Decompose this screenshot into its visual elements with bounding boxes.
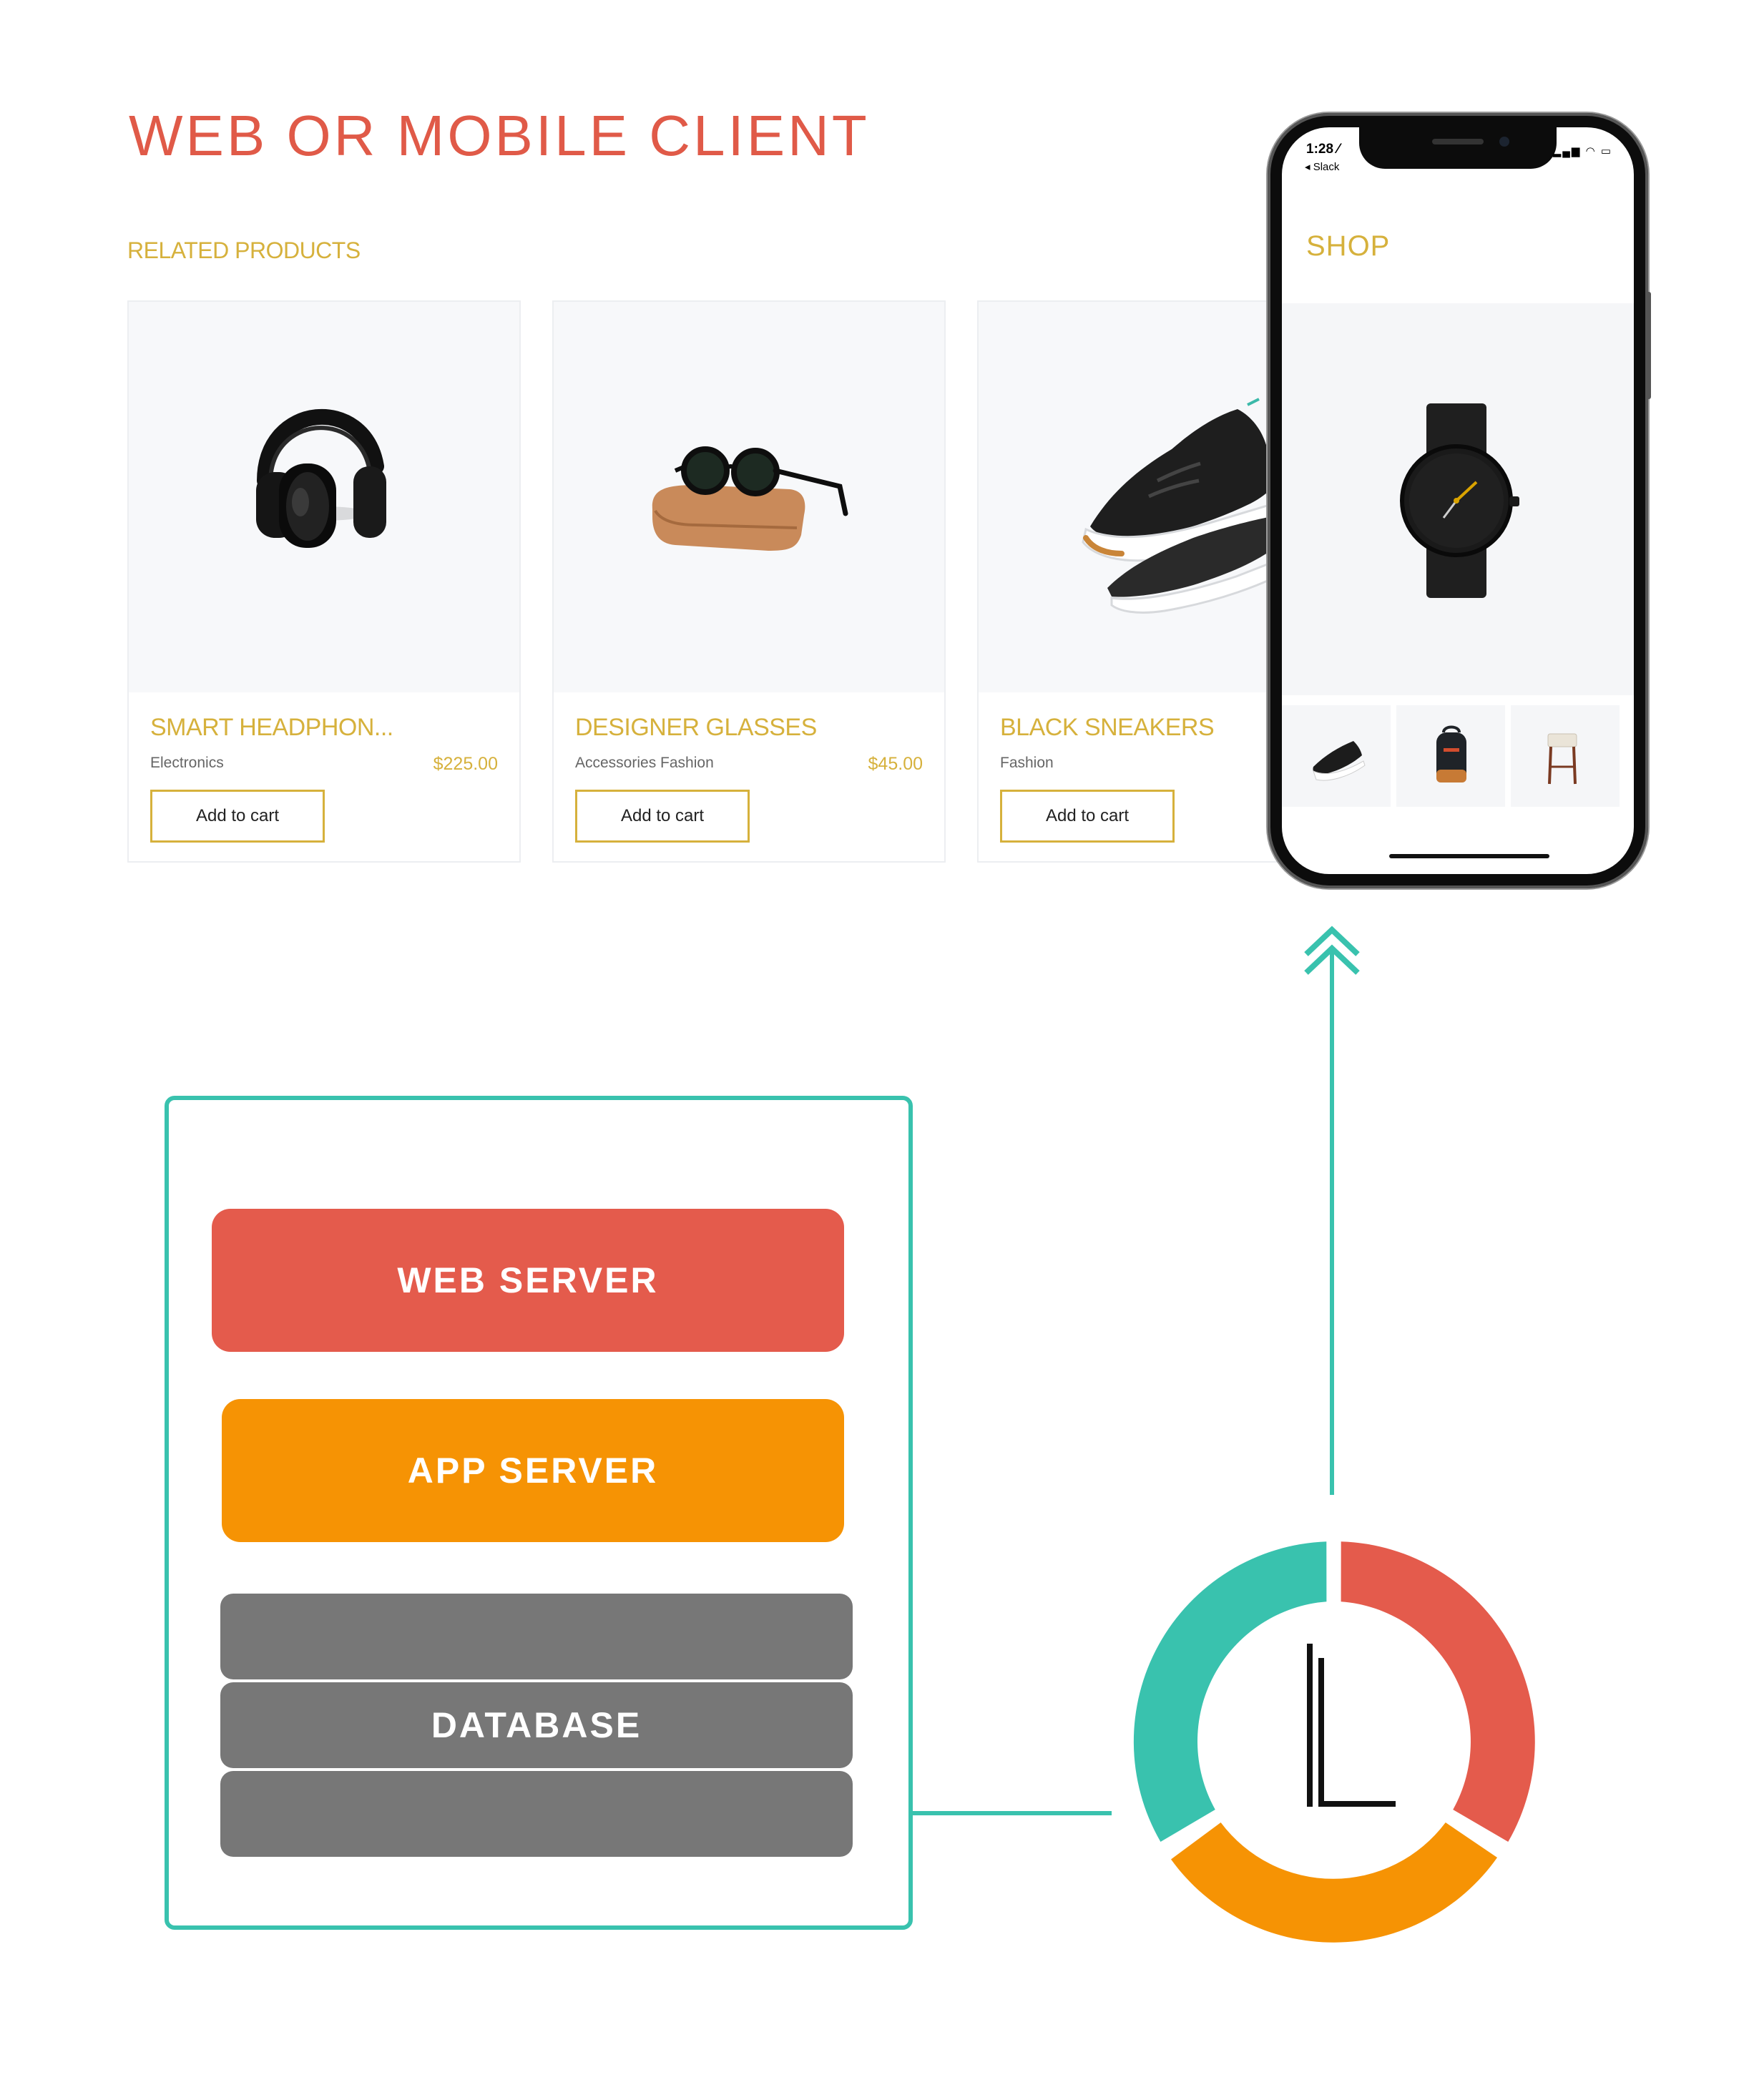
phone-screen: 1:28 ⁄ ◂ Slack ▂▄▆ ◠ ▭ SHOP <box>1282 127 1634 874</box>
camera-icon <box>1499 137 1509 147</box>
add-to-cart-button[interactable]: Add to cart <box>1000 790 1175 843</box>
product-price: $45.00 <box>868 754 923 774</box>
product-categories[interactable]: Fashion <box>1000 755 1054 770</box>
thumbnail[interactable] <box>1511 705 1620 807</box>
app-server-layer: APP SERVER <box>222 1399 844 1542</box>
speaker-grille <box>1432 139 1484 144</box>
sunglasses-icon <box>652 446 848 551</box>
phone-notch <box>1359 127 1557 169</box>
back-to-app-link[interactable]: ◂ Slack <box>1305 160 1339 173</box>
product-card: SMART HEADPHON... Electronics $225.00 Ad… <box>127 300 521 863</box>
phone-side-button <box>1647 292 1651 399</box>
product-name[interactable]: SMART HEADPHON... <box>150 715 393 740</box>
product-price: $225.00 <box>433 754 498 774</box>
product-name[interactable]: BLACK SNEAKERS <box>1000 715 1215 740</box>
related-products-label: RELATED PRODUCTS <box>127 237 361 263</box>
product-image[interactable] <box>554 302 944 692</box>
watch-icon <box>1400 403 1519 598</box>
product-image[interactable] <box>129 302 519 692</box>
phone-mockup: 1:28 ⁄ ◂ Slack ▂▄▆ ◠ ▭ SHOP <box>1268 113 1651 888</box>
thumbnail[interactable] <box>1396 705 1505 807</box>
database-label: DATABASE <box>431 1705 642 1745</box>
database-layer-top <box>220 1594 853 1679</box>
backpack-thumb-icon <box>1436 725 1466 782</box>
thumbnail[interactable] <box>1282 705 1391 807</box>
home-indicator <box>1389 854 1549 858</box>
logo-ring-icon <box>1133 1541 1535 1943</box>
product-card: DESIGNER GLASSES Accessories Fashion $45… <box>552 300 946 863</box>
web-server-layer: WEB SERVER <box>212 1209 844 1352</box>
product-categories[interactable]: Electronics <box>150 755 224 770</box>
product-name[interactable]: DESIGNER GLASSES <box>575 715 817 740</box>
stool-thumb-icon <box>1547 733 1577 785</box>
add-to-cart-button[interactable]: Add to cart <box>150 790 325 843</box>
database-layer-bottom <box>220 1771 853 1857</box>
client-title: WEB OR MOBILE CLIENT <box>129 104 870 167</box>
logo-monogram <box>1307 1644 1396 1807</box>
add-to-cart-button[interactable]: Add to cart <box>575 790 750 843</box>
headphones-icon <box>256 408 386 548</box>
status-time: 1:28 ⁄ <box>1306 142 1340 157</box>
connector-line <box>913 1811 1112 1815</box>
status-icons: ▂▄▆ ◠ ▭ <box>1552 145 1612 157</box>
product-categories[interactable]: Accessories Fashion <box>575 755 714 770</box>
hero-product-image[interactable] <box>1282 303 1634 695</box>
connector-arrow-line <box>1330 951 1334 1495</box>
shop-title: SHOP <box>1306 230 1391 262</box>
sneaker-thumb-icon <box>1313 741 1366 781</box>
